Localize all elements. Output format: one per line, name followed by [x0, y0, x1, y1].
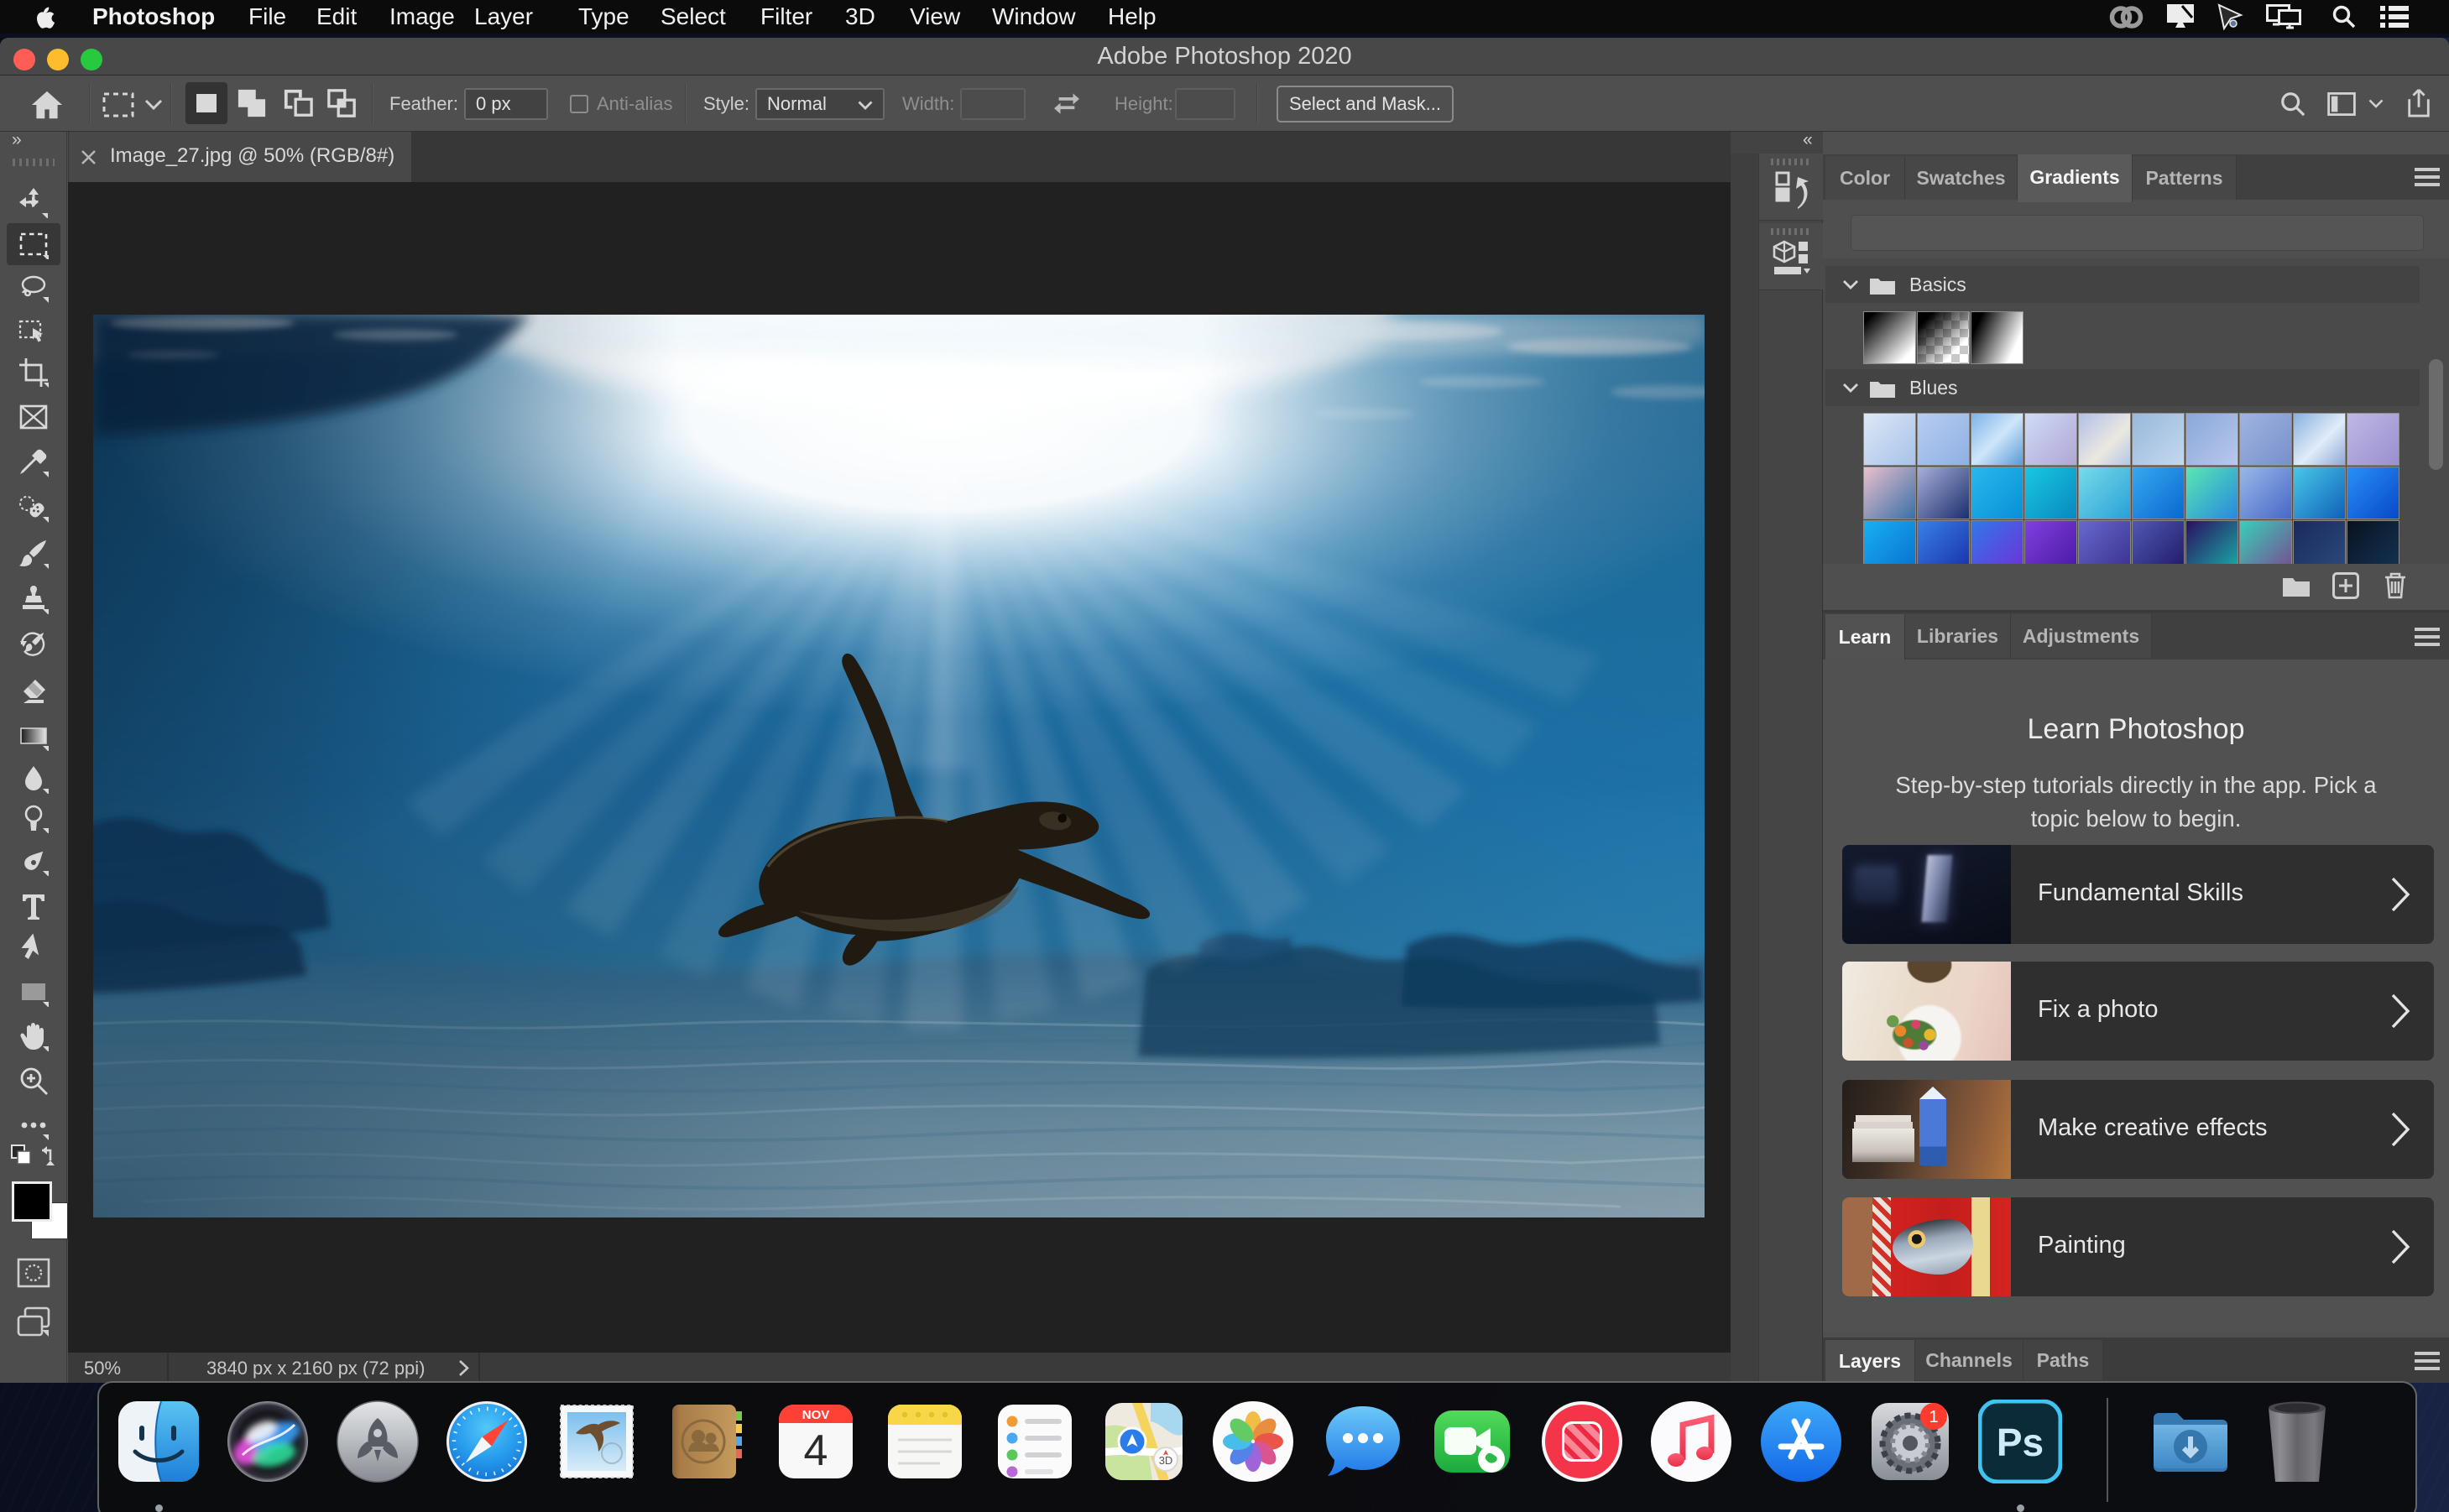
svg-text:3D: 3D	[1159, 1454, 1173, 1467]
svg-text:4: 4	[804, 1426, 828, 1475]
svg-text:1: 1	[1929, 1408, 1938, 1426]
svg-text:NOV: NOV	[802, 1408, 830, 1422]
svg-text:Ps: Ps	[1997, 1421, 2044, 1464]
